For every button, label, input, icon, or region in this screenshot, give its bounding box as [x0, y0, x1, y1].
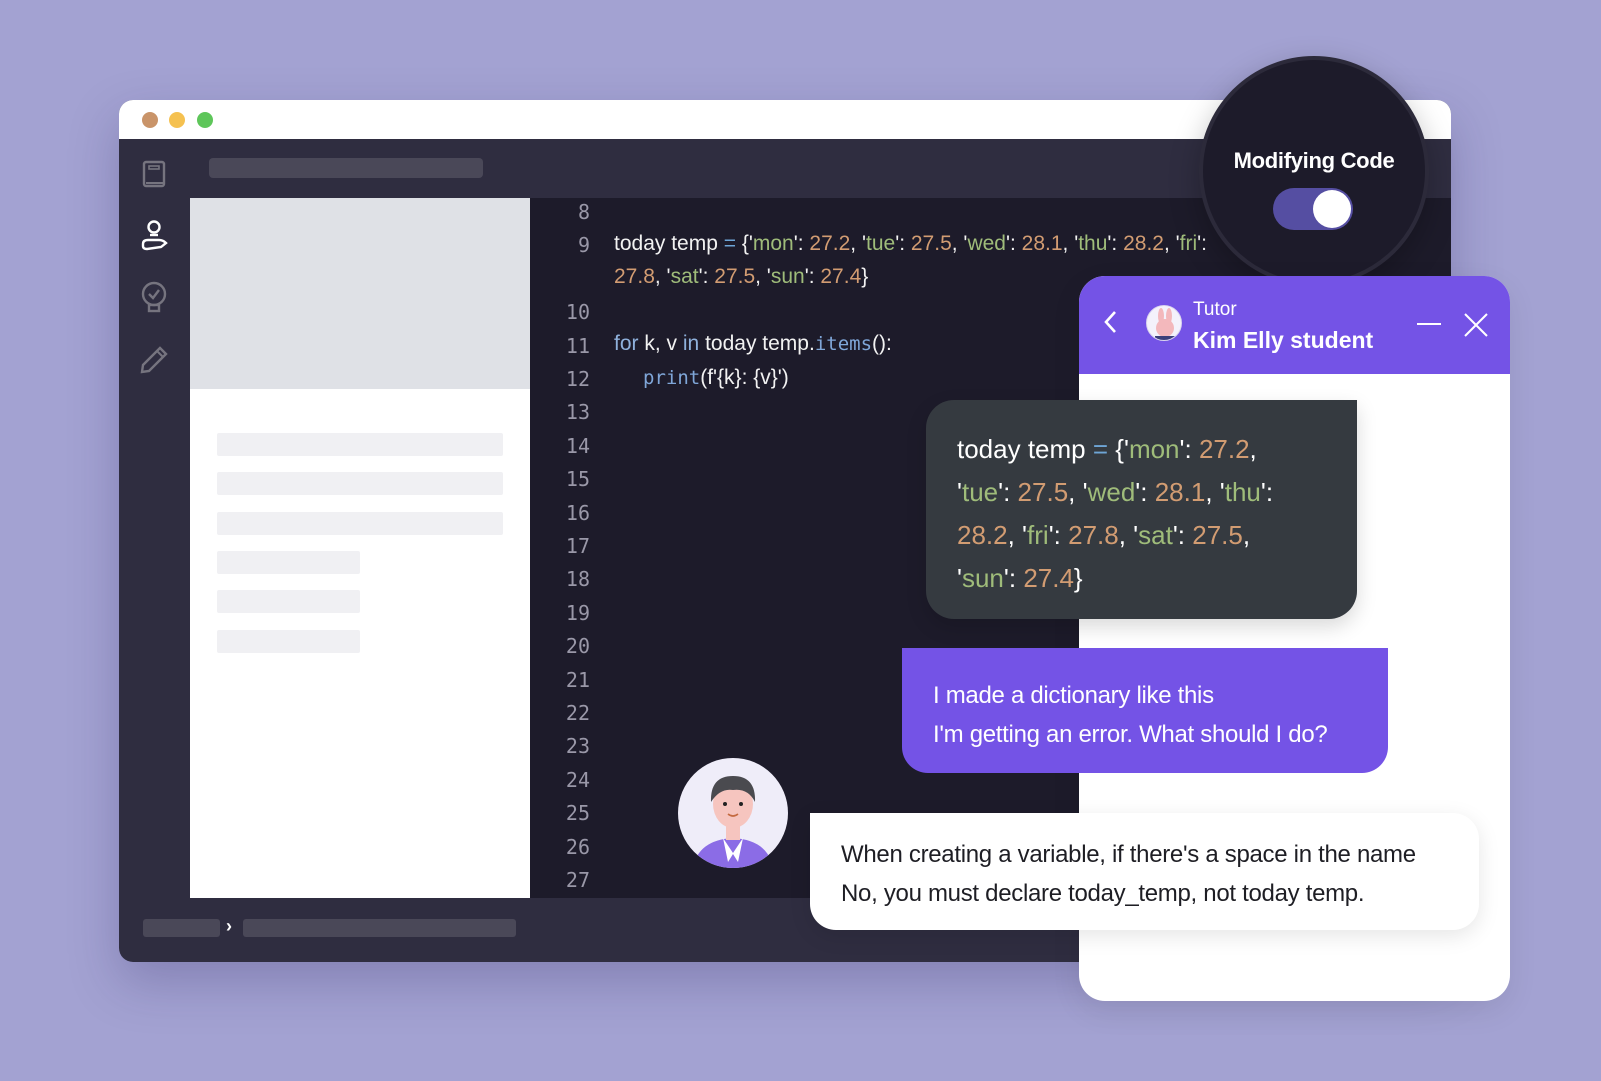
code-line-12: print(f'{k}: {v}'): [643, 366, 789, 389]
window-close-button[interactable]: [142, 112, 158, 128]
code-line-11: for k, v in today temp.items():: [614, 332, 892, 355]
sidebar-item-hint[interactable]: [138, 220, 170, 252]
text-placeholder: [217, 512, 503, 535]
line-number: 11: [565, 333, 590, 358]
code-message-line: 'tue': 27.5, 'wed': 28.1, 'thu':: [957, 477, 1274, 507]
line-number: 13: [565, 400, 590, 425]
message-line: I'm getting an error. What should I do?: [933, 721, 1328, 748]
book-icon: [142, 160, 166, 188]
mode-toggle-panel: Modifying Code: [1199, 56, 1429, 286]
close-icon: [1464, 313, 1488, 337]
code-message-line: 28.2, 'fri': 27.8, 'sat': 27.5,: [957, 520, 1251, 550]
line-number: 21: [565, 667, 590, 692]
user-message-bubble: I made a dictionary like this I'm gettin…: [902, 648, 1388, 773]
code-message-line: 'sun': 27.4}: [957, 563, 1083, 593]
modify-code-toggle[interactable]: [1273, 188, 1353, 230]
tutor-avatar: [1146, 305, 1182, 341]
chevron-left-icon: [1104, 311, 1116, 333]
line-number: 9: [577, 233, 590, 258]
line-number: 14: [565, 433, 590, 458]
teacher-avatar: [678, 758, 788, 868]
tutor-role: Tutor: [1193, 299, 1237, 320]
lesson-image-placeholder: [190, 198, 530, 389]
window-maximize-button[interactable]: [197, 112, 213, 128]
line-number: 18: [565, 567, 590, 592]
line-number: 16: [565, 500, 590, 525]
mode-toggle-label: Modifying Code: [1233, 148, 1395, 173]
back-button[interactable]: [1103, 310, 1117, 341]
minimize-chat-button[interactable]: [1417, 323, 1441, 325]
sidebar-item-check[interactable]: [138, 281, 170, 314]
breadcrumb-placeholder: [243, 919, 516, 937]
tutor-reply-bubble: When creating a variable, if there's a s…: [810, 813, 1479, 930]
window-minimize-button[interactable]: [169, 112, 185, 128]
code-message-line: today temp = {'mon': 27.2,: [957, 434, 1257, 464]
line-number: 19: [565, 600, 590, 625]
path-placeholder: [209, 158, 483, 178]
lightbulb-check-icon: [141, 281, 167, 313]
pencil-icon: [140, 346, 168, 374]
text-placeholder: [217, 630, 360, 653]
line-number: 20: [565, 634, 590, 659]
line-number: 8: [577, 200, 590, 224]
line-number: 12: [565, 367, 590, 391]
line-number: 24: [565, 767, 590, 792]
message-line: I made a dictionary like this: [933, 682, 1214, 709]
line-number: 17: [565, 534, 590, 558]
line-number: 15: [565, 467, 590, 492]
code-line-9-wrap: 27.8, 'sat': 27.5, 'sun': 27.4}: [614, 265, 869, 288]
message-line: No, you must declare today_temp, not tod…: [841, 880, 1365, 907]
breadcrumb-placeholder: [143, 919, 220, 937]
text-placeholder: [217, 590, 360, 613]
lightbulb-hand-icon: [141, 220, 168, 251]
sidebar-item-book[interactable]: [138, 158, 170, 190]
code-message-bubble: today temp = {'mon': 27.2, 'tue': 27.5, …: [926, 400, 1357, 619]
line-number: 10: [565, 300, 590, 325]
teacher-avatar-icon: [693, 776, 773, 868]
line-number: 26: [565, 834, 590, 859]
chevron-right-icon: ›: [226, 916, 232, 936]
toggle-knob: [1313, 190, 1351, 228]
bunny-avatar-icon: [1155, 308, 1175, 340]
sidebar-item-edit[interactable]: [138, 344, 170, 376]
sidebar: [119, 139, 189, 899]
close-chat-button[interactable]: [1463, 312, 1489, 338]
text-placeholder: [217, 551, 360, 574]
line-number: 25: [565, 801, 590, 826]
message-line: When creating a variable, if there's a s…: [841, 841, 1416, 868]
line-number: 22: [565, 701, 590, 725]
chat-header: Tutor Kim Elly student: [1079, 276, 1510, 374]
text-placeholder: [217, 433, 503, 456]
code-line-9: today temp = {'mon': 27.2, 'tue': 27.5, …: [614, 232, 1208, 255]
line-number: 23: [565, 734, 590, 759]
text-placeholder: [217, 472, 503, 495]
lesson-pane: [190, 198, 530, 898]
line-number: 27: [565, 868, 590, 892]
tutor-name: Kim Elly student: [1193, 327, 1374, 353]
